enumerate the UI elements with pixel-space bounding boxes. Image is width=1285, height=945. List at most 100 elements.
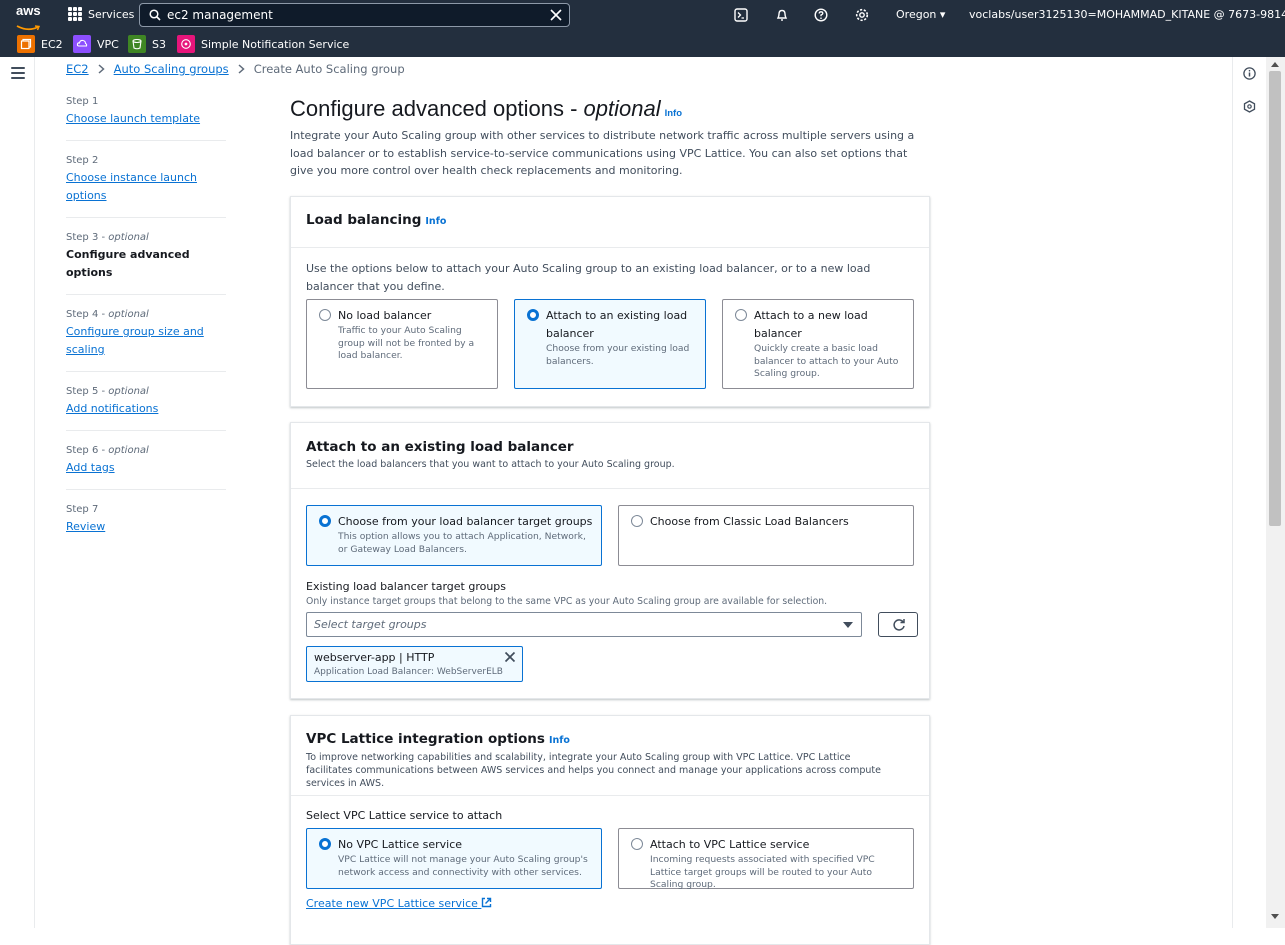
breadcrumb-auto-scaling-groups[interactable]: Auto Scaling groups [114,62,229,76]
token-subtitle: Application Load Balancer: WebServerELB [314,667,503,677]
panel-subtitle: Select the load balancers that you want … [306,459,675,470]
chevron-right-icon [98,64,105,74]
notifications-bell-icon[interactable] [775,8,789,22]
option-title: Attach to a new load balancer [754,309,868,340]
breadcrumb-current: Create Auto Scaling group [253,62,405,76]
page-title: Configure advanced options - optional Inf… [290,96,683,121]
wizard-steps: Step 1 Choose launch template Step 2 Cho… [66,92,226,558]
favorite-sns[interactable]: Simple Notification Service [177,35,349,53]
step-label: Step 7 [66,504,99,515]
favorite-label: S3 [152,37,166,51]
step-1: Step 1 Choose launch template [66,92,226,141]
step-link-review[interactable]: Review [66,518,226,536]
scroll-up-icon[interactable] [1271,61,1279,67]
step-6: Step 6 - optional Add tags [66,441,226,490]
services-grid-icon [68,7,82,21]
aws-logo[interactable]: aws [16,3,42,31]
favorite-vpc[interactable]: VPC [73,35,119,53]
lattice-select-label: Select VPC Lattice service to attach [306,809,503,822]
token-title: webserver-app | HTTP [314,651,435,664]
breadcrumb-ec2[interactable]: EC2 [66,62,89,76]
region-selector[interactable]: Oregon ▾ [896,8,945,21]
help-panel-icon[interactable] [1243,100,1256,113]
radio-button[interactable] [319,309,331,321]
favorite-label: VPC [97,37,119,51]
option-attach-new-load-balancer[interactable]: Attach to a new load balancer Quickly cr… [722,299,914,389]
remove-token-icon[interactable] [504,651,516,663]
search-icon [149,9,161,21]
step-label: Step 1 [66,96,99,107]
option-title: Attach to VPC Lattice service [650,838,810,851]
favorite-label: Simple Notification Service [201,37,350,51]
services-menu-button[interactable]: Services [68,7,134,21]
panel-title: Load balancing Info [306,212,447,228]
radio-button[interactable] [735,309,747,321]
aws-logo-text: aws [16,3,41,18]
link-label: Create new VPC Lattice service [306,897,478,910]
panel-header: VPC Lattice integration options Info To i… [291,716,929,796]
load-balancing-intro: Use the options below to attach your Aut… [306,262,871,293]
target-groups-select[interactable]: Select target groups [306,612,862,637]
search-box[interactable] [139,3,570,27]
chevron-right-icon [238,64,245,74]
settings-gear-icon[interactable] [855,8,869,22]
panel-header: Load balancing Info [291,197,929,248]
radio-button[interactable] [631,515,643,527]
page-scrollbar[interactable] [1266,57,1285,928]
step-link-configure-group-size[interactable]: Configure group size and scaling [66,323,206,359]
step-7: Step 7 Review [66,500,226,548]
info-link[interactable]: Info [665,108,682,119]
favorites-bar: EC2 VPC S3 Simple Notification Service [0,30,1285,57]
radio-button-selected[interactable] [527,309,539,321]
region-label: Oregon [896,8,937,21]
account-menu[interactable]: voclabs/user3125130=MOHAMMAD_KITANE @ 76… [969,8,1285,21]
option-attach-vpc-lattice[interactable]: Attach to VPC Lattice service Incoming r… [618,828,914,890]
favorite-label: EC2 [41,37,63,51]
option-classic-load-balancers[interactable]: Choose from Classic Load Balancers [618,505,914,566]
step-link-add-notifications[interactable]: Add notifications [66,400,226,418]
panel-title: VPC Lattice integration options Info [306,731,570,747]
option-description: Quickly create a basic load balancer to … [754,343,899,379]
option-target-groups[interactable]: Choose from your load balancer target gr… [306,505,602,566]
step-current-configure-advanced-options: Configure advanced options [66,248,190,279]
option-description: Traffic to your Auto Scaling group will … [338,325,475,361]
caret-down-icon [843,622,853,628]
search-input[interactable] [167,7,547,23]
option-description: This option allows you to attach Applica… [338,531,586,555]
option-title: Choose from your load balancer target gr… [338,515,593,528]
info-panel-icon[interactable] [1243,67,1256,80]
option-description: Incoming requests associated with specif… [650,854,875,890]
step-4: Step 4 - optional Configure group size a… [66,305,226,372]
step-3: Step 3 - optional Configure advanced opt… [66,228,226,295]
step-link-add-tags[interactable]: Add tags [66,459,226,477]
favorite-s3[interactable]: S3 [128,35,166,53]
account-label: voclabs/user3125130=MOHAMMAD_KITANE @ 76… [969,8,1285,21]
option-description: VPC Lattice will not manage your Auto Sc… [338,854,588,878]
external-link-icon [482,897,492,908]
step-link-choose-launch-template[interactable]: Choose launch template [66,110,226,128]
info-link[interactable]: Info [549,735,570,746]
option-attach-existing-load-balancer[interactable]: Attach to an existing load balancer Choo… [514,299,706,389]
option-title: Choose from Classic Load Balancers [650,515,849,528]
create-vpc-lattice-service-link[interactable]: Create new VPC Lattice service [306,897,492,910]
top-nav-row: aws Services Oregon ▾ voclabs/user312513… [0,0,1285,31]
panel-subtitle: To improve networking capabilities and s… [306,752,881,789]
option-no-vpc-lattice[interactable]: No VPC Lattice service VPC Lattice will … [306,828,602,889]
clear-search-icon[interactable] [549,8,563,22]
scrollbar-thumb[interactable] [1269,71,1281,526]
hamburger-menu-icon[interactable] [11,67,25,82]
info-link[interactable]: Info [425,216,446,227]
refresh-button[interactable] [878,612,918,637]
radio-button-selected[interactable] [319,515,331,527]
step-link-choose-instance-launch-options[interactable]: Choose instance launch options [66,169,226,205]
tools-rail [1232,57,1266,928]
option-no-load-balancer[interactable]: No load balancer Traffic to your Auto Sc… [306,299,498,389]
cloudshell-icon[interactable] [734,8,748,22]
step-label: Step 4 - optional [66,309,149,320]
radio-button-selected[interactable] [319,838,331,850]
step-label: Step 5 - optional [66,386,149,397]
favorite-ec2[interactable]: EC2 [17,35,63,53]
help-icon[interactable] [814,8,828,22]
scroll-down-icon[interactable] [1271,914,1279,920]
radio-button[interactable] [631,838,643,850]
